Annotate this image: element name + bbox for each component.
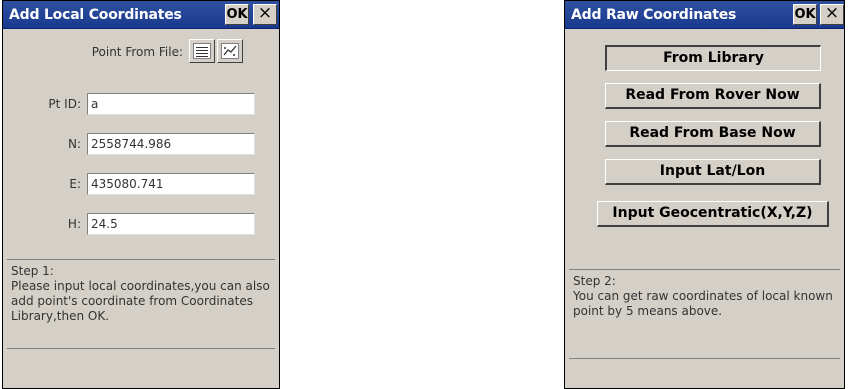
pt-id-field[interactable]: a: [87, 93, 255, 115]
step-text: You can get raw coordinates of local kno…: [573, 289, 833, 318]
add-local-coordinates-dialog: Add Local Coordinates OK × Point From Fi…: [2, 0, 280, 389]
chart-icon: [221, 43, 239, 59]
step-heading: Step 2:: [573, 274, 616, 288]
title-bar: Add Raw Coordinates OK ×: [565, 1, 844, 29]
from-library-button[interactable]: From Library: [605, 45, 821, 71]
n-field[interactable]: 2558744.986: [87, 133, 255, 155]
file-chart-button[interactable]: [217, 39, 243, 63]
step-text: Please input local coordinates,you can a…: [11, 279, 270, 323]
input-lat-lon-button[interactable]: Input Lat/Lon: [605, 159, 821, 185]
h-label: H:: [67, 217, 81, 231]
close-button[interactable]: ×: [253, 4, 277, 25]
list-icon: [193, 43, 211, 59]
step-instructions: Step 2: You can get raw coordinates of l…: [569, 269, 840, 359]
read-from-rover-button[interactable]: Read From Rover Now: [605, 83, 821, 109]
ok-button[interactable]: OK: [225, 4, 249, 25]
close-button[interactable]: ×: [820, 4, 844, 25]
ok-button[interactable]: OK: [793, 4, 817, 25]
title-bar: Add Local Coordinates OK ×: [3, 1, 279, 29]
add-raw-coordinates-dialog: Add Raw Coordinates OK × From Library Re…: [564, 0, 845, 389]
e-field[interactable]: 435080.741: [87, 173, 255, 195]
n-label: N:: [67, 137, 81, 151]
step-instructions: Step 1: Please input local coordinates,y…: [7, 259, 275, 349]
step-heading: Step 1:: [11, 264, 54, 278]
point-from-file-label: Point From File:: [91, 45, 183, 59]
pt-id-label: Pt ID:: [48, 97, 81, 111]
read-from-base-button[interactable]: Read From Base Now: [605, 121, 821, 147]
dialog-title: Add Raw Coordinates: [571, 7, 737, 23]
file-list-button[interactable]: [189, 39, 215, 63]
e-label: E:: [69, 177, 81, 191]
dialog-title: Add Local Coordinates: [9, 7, 182, 23]
input-geocentric-button[interactable]: Input Geocentratic(X,Y,Z): [597, 201, 829, 227]
h-field[interactable]: 24.5: [87, 213, 255, 235]
